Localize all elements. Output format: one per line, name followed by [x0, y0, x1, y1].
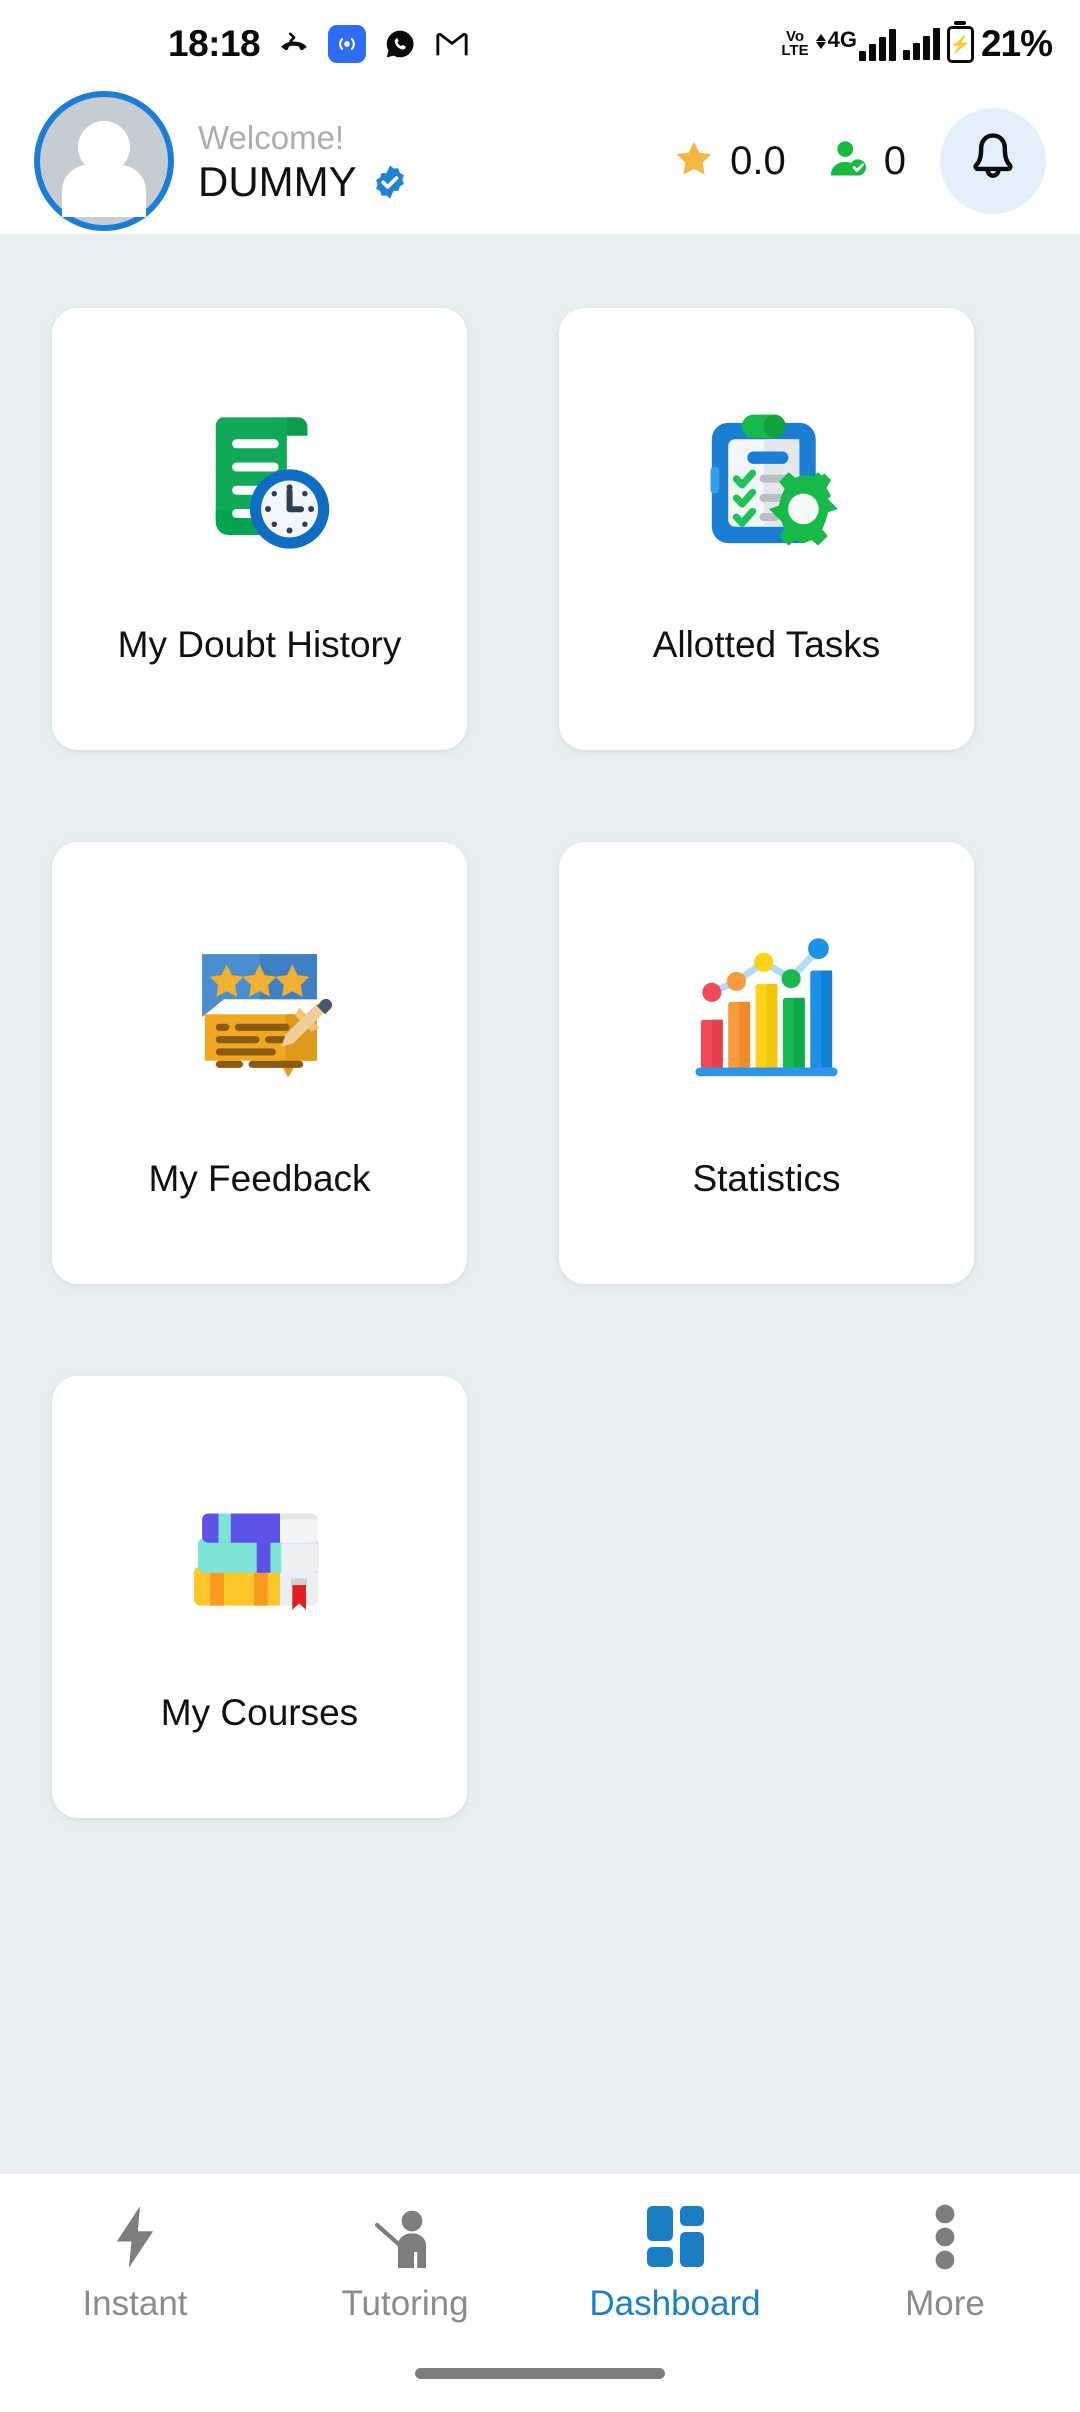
bottom-navigation-bar: Instant Tutoring Dashboard More — [0, 2172, 1080, 2356]
home-indicator[interactable] — [415, 2368, 665, 2379]
nav-item-instant[interactable]: Instant — [0, 2198, 270, 2324]
nav-item-dashboard[interactable]: Dashboard — [540, 2198, 810, 2324]
user-name: DUMMY — [198, 157, 357, 205]
verified-badge-icon — [371, 163, 409, 201]
nav-item-more[interactable]: More — [810, 2198, 1080, 2324]
card-statistics[interactable]: Statistics — [559, 842, 974, 1284]
verified-user-icon — [826, 137, 870, 186]
card-label: My Doubt History — [117, 624, 402, 665]
avatar-body-shape — [62, 165, 146, 217]
nav-label: More — [905, 2284, 985, 2323]
volte-line2: LTE — [781, 42, 809, 59]
rating-stat: 0.0 — [672, 137, 786, 186]
avatar[interactable] — [34, 91, 174, 231]
status-bar-clock: 18:18 — [168, 23, 261, 64]
clipboard-checklist-gear-icon — [679, 382, 854, 572]
card-label: Statistics — [692, 1158, 841, 1199]
review-chat-stars-icon — [172, 916, 347, 1106]
volte-indicator: Vo LTE — [781, 29, 809, 59]
network-type-label: 4G — [827, 27, 857, 52]
card-label: Allotted Tasks — [652, 624, 881, 665]
bar-chart-trend-icon — [679, 916, 854, 1106]
card-my-courses[interactable]: My Courses — [52, 1376, 467, 1818]
whatsapp-icon — [382, 26, 418, 62]
battery-percent-label: 21% — [980, 23, 1053, 64]
mobile-data-indicator: 4G — [815, 27, 896, 61]
welcome-label: Welcome! — [198, 119, 345, 157]
nav-label: Dashboard — [589, 2284, 761, 2323]
card-label: My Feedback — [148, 1158, 371, 1199]
signal-bars-sim2-icon — [902, 28, 940, 60]
notifications-button[interactable] — [940, 108, 1046, 214]
lightning-bolt-icon — [110, 2198, 160, 2270]
nav-label: Tutoring — [341, 2284, 469, 2323]
three-dots-vertical-icon — [932, 2198, 958, 2270]
status-bar-left: 18:18 — [168, 23, 470, 65]
document-clock-icon — [172, 382, 347, 572]
rating-value: 0.0 — [730, 138, 786, 183]
teacher-pointer-icon — [371, 2198, 439, 2270]
card-label: My Courses — [160, 1692, 359, 1733]
status-bar: 18:18 Vo LTE 4G ⚡ 21% — [0, 0, 1080, 88]
signal-bars-sim1-icon — [858, 29, 896, 61]
missed-call-icon — [276, 26, 312, 62]
gmail-icon — [434, 26, 470, 62]
user-name-row: DUMMY — [198, 157, 409, 205]
app-screen: 18:18 Vo LTE 4G ⚡ 21% Welcome! DUMMY 0.0… — [0, 0, 1080, 2412]
bell-icon — [965, 130, 1021, 193]
book-stack-icon — [172, 1450, 347, 1640]
profile-header: Welcome! DUMMY 0.0 0 — [0, 88, 1080, 234]
dashboard-card-grid: My Doubt History Allotted Tasks My Feedb… — [52, 308, 1028, 1818]
profile-stats: 0.0 0 — [672, 137, 906, 186]
students-stat: 0 — [826, 137, 906, 186]
nav-item-tutoring[interactable]: Tutoring — [270, 2198, 540, 2324]
broadcast-icon — [328, 25, 367, 63]
status-bar-right: Vo LTE 4G ⚡ 21% — [781, 23, 1053, 65]
dashboard-content: My Doubt History Allotted Tasks My Feedb… — [0, 234, 1080, 2172]
card-my-doubt-history[interactable]: My Doubt History — [52, 308, 467, 750]
card-my-feedback[interactable]: My Feedback — [52, 842, 467, 1284]
grid-blocks-icon — [641, 2198, 709, 2270]
profile-name-block: Welcome! DUMMY — [198, 117, 409, 204]
card-allotted-tasks[interactable]: Allotted Tasks — [559, 308, 974, 750]
battery-charging-icon: ⚡ — [946, 25, 974, 63]
students-value: 0 — [883, 138, 906, 183]
data-arrows-icon — [815, 34, 826, 49]
nav-label: Instant — [82, 2284, 188, 2323]
star-icon — [672, 137, 716, 186]
